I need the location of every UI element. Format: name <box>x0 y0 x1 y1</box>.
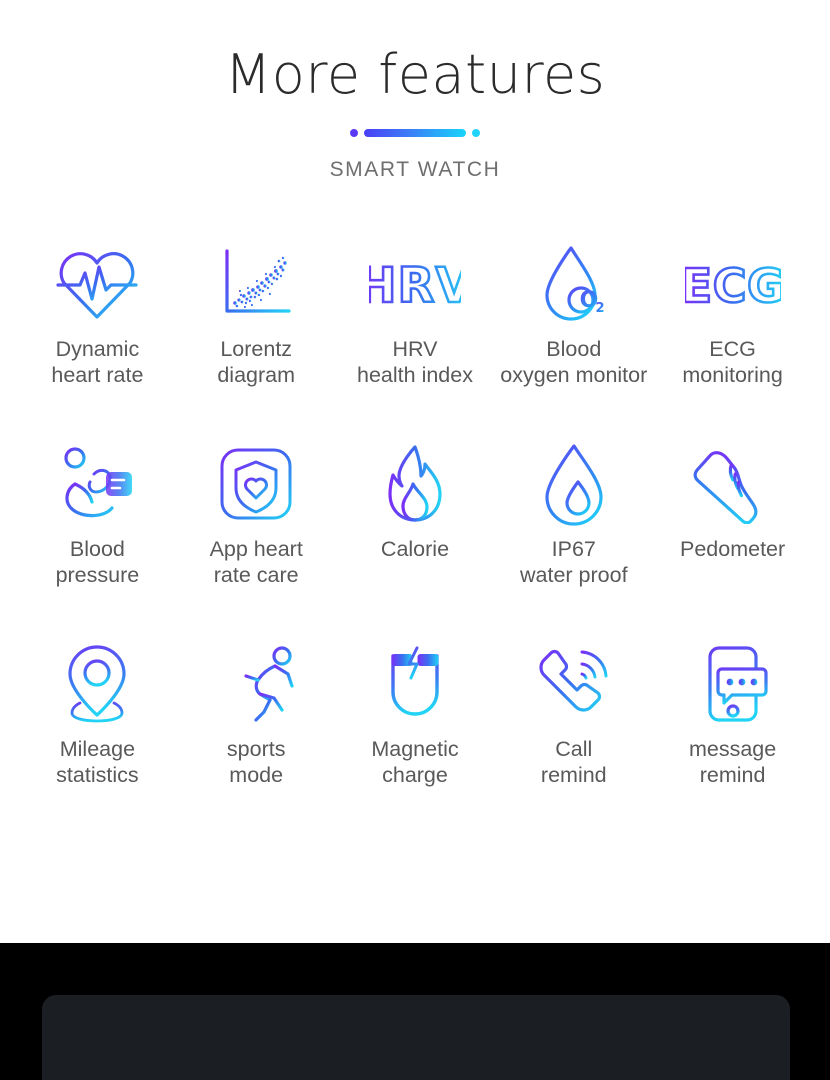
feature-item-call-remind[interactable]: Call remind <box>494 638 653 838</box>
feature-item-blood-oxygen[interactable]: O 2 Blood oxygen monitor <box>494 238 653 438</box>
feature-item-magnetic-charge[interactable]: Magnetic charge <box>336 638 495 838</box>
hrv-icon-text: HRV <box>369 258 461 314</box>
feature-item-blood-pressure[interactable]: Blood pressure <box>18 438 177 638</box>
page-header: More features SMART WATCH <box>0 0 830 182</box>
feature-label: IP67 water proof <box>520 537 628 588</box>
ecg-icon-text: ECG <box>685 259 781 313</box>
feature-label: message remind <box>688 737 777 788</box>
ecg-icon: ECG <box>685 238 781 330</box>
bottom-dark-band <box>0 943 830 1080</box>
feature-item-sports-mode[interactable]: sports mode <box>177 638 336 838</box>
divider-dot-left <box>350 129 358 138</box>
feature-item-lorentz-diagram[interactable]: Lorentz diagram <box>177 238 336 438</box>
blood-oxygen-drop-icon: O 2 <box>537 238 611 330</box>
blood-oxygen-sub-text: 2 <box>595 301 604 316</box>
feature-label: Mileage statistics <box>56 737 139 788</box>
feature-label: Blood pressure <box>55 537 140 588</box>
feature-label: Calorie <box>380 537 450 562</box>
feature-item-message-remind[interactable]: message remind <box>653 638 812 838</box>
feature-label: Dynamic heart rate <box>51 337 144 388</box>
lorentz-diagram-icon <box>215 238 297 330</box>
flame-icon <box>381 438 449 530</box>
divider <box>350 128 480 138</box>
phone-call-icon <box>532 638 616 730</box>
feature-label: Magnetic charge <box>371 737 459 788</box>
feature-item-ip67-water-proof[interactable]: IP67 water proof <box>494 438 653 638</box>
feature-item-pedometer[interactable]: Pedometer <box>653 438 812 638</box>
blood-pressure-monitor-icon <box>54 438 140 530</box>
feature-item-app-heart-rate-care[interactable]: App heart rate care <box>177 438 336 638</box>
feature-label: sports mode <box>226 737 286 788</box>
hrv-icon: HRV <box>369 238 461 330</box>
app-shield-heart-icon <box>218 438 294 530</box>
feature-item-ecg[interactable]: ECG ECG monitoring <box>653 238 812 438</box>
water-drop-icon <box>539 438 609 530</box>
feature-label: HRV health index <box>357 337 473 388</box>
running-person-icon <box>212 638 300 730</box>
feature-label: App heart rate care <box>209 537 303 588</box>
feature-label: Lorentz diagram <box>217 337 296 388</box>
phone-message-icon <box>698 638 768 730</box>
feature-item-hrv[interactable]: HRV HRV health index <box>336 238 495 438</box>
feature-item-calorie[interactable]: Calorie <box>336 438 495 638</box>
feature-label: ECG monitoring <box>682 337 783 388</box>
divider-dot-right <box>472 129 480 138</box>
feature-grid: Dynamic heart rate Lorentz diagram HRV H… <box>0 238 830 838</box>
page-subtitle: SMART WATCH <box>329 158 501 182</box>
dynamic-heart-rate-icon <box>54 238 140 330</box>
feature-item-mileage-statistics[interactable]: Mileage statistics <box>18 638 177 838</box>
feature-page: More features SMART WATCH Dynamic heart … <box>0 0 830 1080</box>
feature-label: Pedometer <box>680 537 786 562</box>
divider-bar <box>364 129 466 138</box>
bottom-dark-panel <box>42 995 790 1080</box>
feature-label: Blood oxygen monitor <box>500 337 648 388</box>
magnet-charge-icon <box>377 638 453 730</box>
sneaker-icon <box>689 438 777 530</box>
map-pin-icon <box>64 638 130 730</box>
page-title: More features <box>224 43 606 106</box>
feature-item-dynamic-heart-rate[interactable]: Dynamic heart rate <box>18 238 177 438</box>
feature-label: Call remind <box>540 737 607 788</box>
